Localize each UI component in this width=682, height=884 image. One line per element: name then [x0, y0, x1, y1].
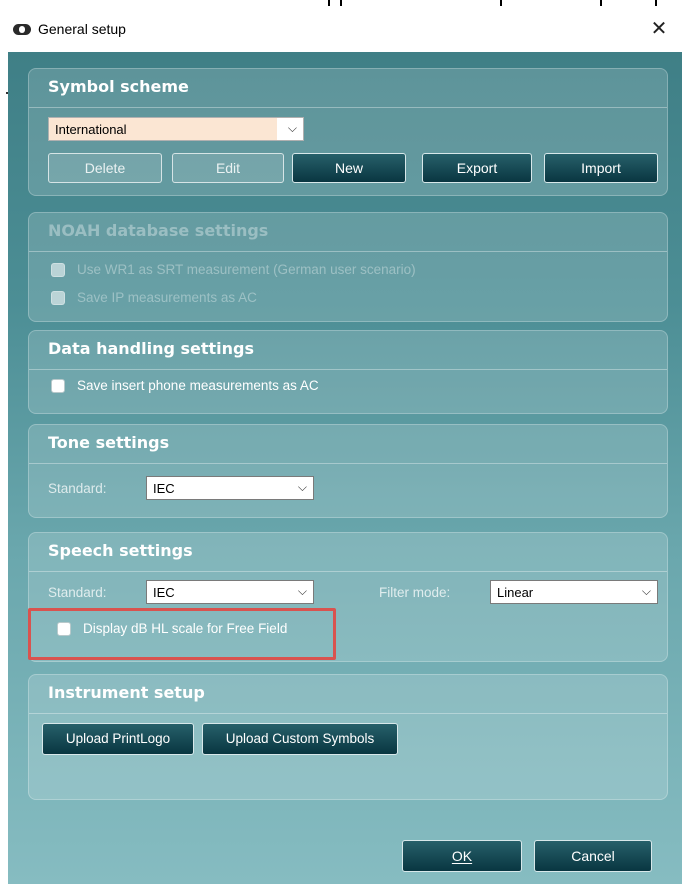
ok-button[interactable]: OK — [402, 840, 522, 872]
import-button[interactable]: Import — [544, 153, 658, 183]
divider — [29, 107, 667, 108]
divider — [29, 369, 667, 370]
divider — [29, 251, 667, 252]
chevron-down-icon: ⌵ — [641, 584, 651, 598]
instrument-setup-section: Instrument setup Upload PrintLogo Upload… — [28, 674, 668, 800]
select-value: IEC — [153, 585, 175, 600]
export-button[interactable]: Export — [422, 153, 532, 183]
highlight-box — [28, 608, 336, 660]
tone-settings-section: Tone settings Standard: IEC ⌵ — [28, 424, 668, 518]
noah-section: NOAH database settings Use WR1 as SRT me… — [28, 212, 668, 322]
divider — [29, 463, 667, 464]
filter-mode-select[interactable]: Linear ⌵ — [490, 580, 658, 604]
symbol-scheme-select[interactable]: International ⌵ — [48, 117, 304, 141]
speech-standard-select[interactable]: IEC ⌵ — [146, 580, 314, 604]
section-title: Speech settings — [48, 541, 193, 560]
select-value: IEC — [153, 481, 175, 496]
delete-button[interactable]: Delete — [48, 153, 162, 183]
close-icon[interactable]: ✕ — [646, 16, 672, 42]
cancel-button[interactable]: Cancel — [534, 840, 652, 872]
audiometer-icon — [13, 24, 31, 35]
section-title: Data handling settings — [48, 339, 255, 358]
upload-printlogo-button[interactable]: Upload PrintLogo — [42, 723, 194, 755]
save-ip-label: Save IP measurements as AC — [77, 290, 257, 305]
wr1-srt-checkbox[interactable] — [51, 263, 65, 277]
tone-standard-select[interactable]: IEC ⌵ — [146, 476, 314, 500]
section-title: Instrument setup — [48, 683, 205, 702]
filter-mode-label: Filter mode: — [379, 585, 451, 600]
chevron-down-icon: ⌵ — [297, 480, 307, 494]
tone-standard-label: Standard: — [48, 481, 107, 496]
wr1-srt-label: Use WR1 as SRT measurement (German user … — [77, 262, 416, 277]
data-handling-section: Data handling settings Save insert phone… — [28, 330, 668, 414]
title-bar: General setup ✕ — [0, 6, 682, 52]
symbol-scheme-section: Symbol scheme International ⌵ Delete Edi… — [28, 68, 668, 196]
select-value: International — [55, 122, 127, 137]
chevron-down-icon: ⌵ — [297, 584, 307, 598]
new-button[interactable]: New — [292, 153, 406, 183]
save-ip-checkbox[interactable] — [51, 291, 65, 305]
speech-standard-label: Standard: — [48, 585, 107, 600]
section-title: NOAH database settings — [48, 221, 269, 240]
insert-phone-checkbox[interactable] — [51, 379, 65, 393]
upload-custom-symbols-button[interactable]: Upload Custom Symbols — [202, 723, 398, 755]
section-title: Tone settings — [48, 433, 170, 452]
edit-button[interactable]: Edit — [172, 153, 284, 183]
chevron-down-icon: ⌵ — [287, 121, 297, 135]
edge-mark — [6, 92, 8, 94]
insert-phone-label: Save insert phone measurements as AC — [77, 378, 319, 393]
section-title: Symbol scheme — [48, 77, 189, 96]
select-value: Linear — [497, 585, 534, 600]
divider — [29, 571, 667, 572]
window-title: General setup — [38, 21, 126, 37]
divider — [29, 713, 667, 714]
